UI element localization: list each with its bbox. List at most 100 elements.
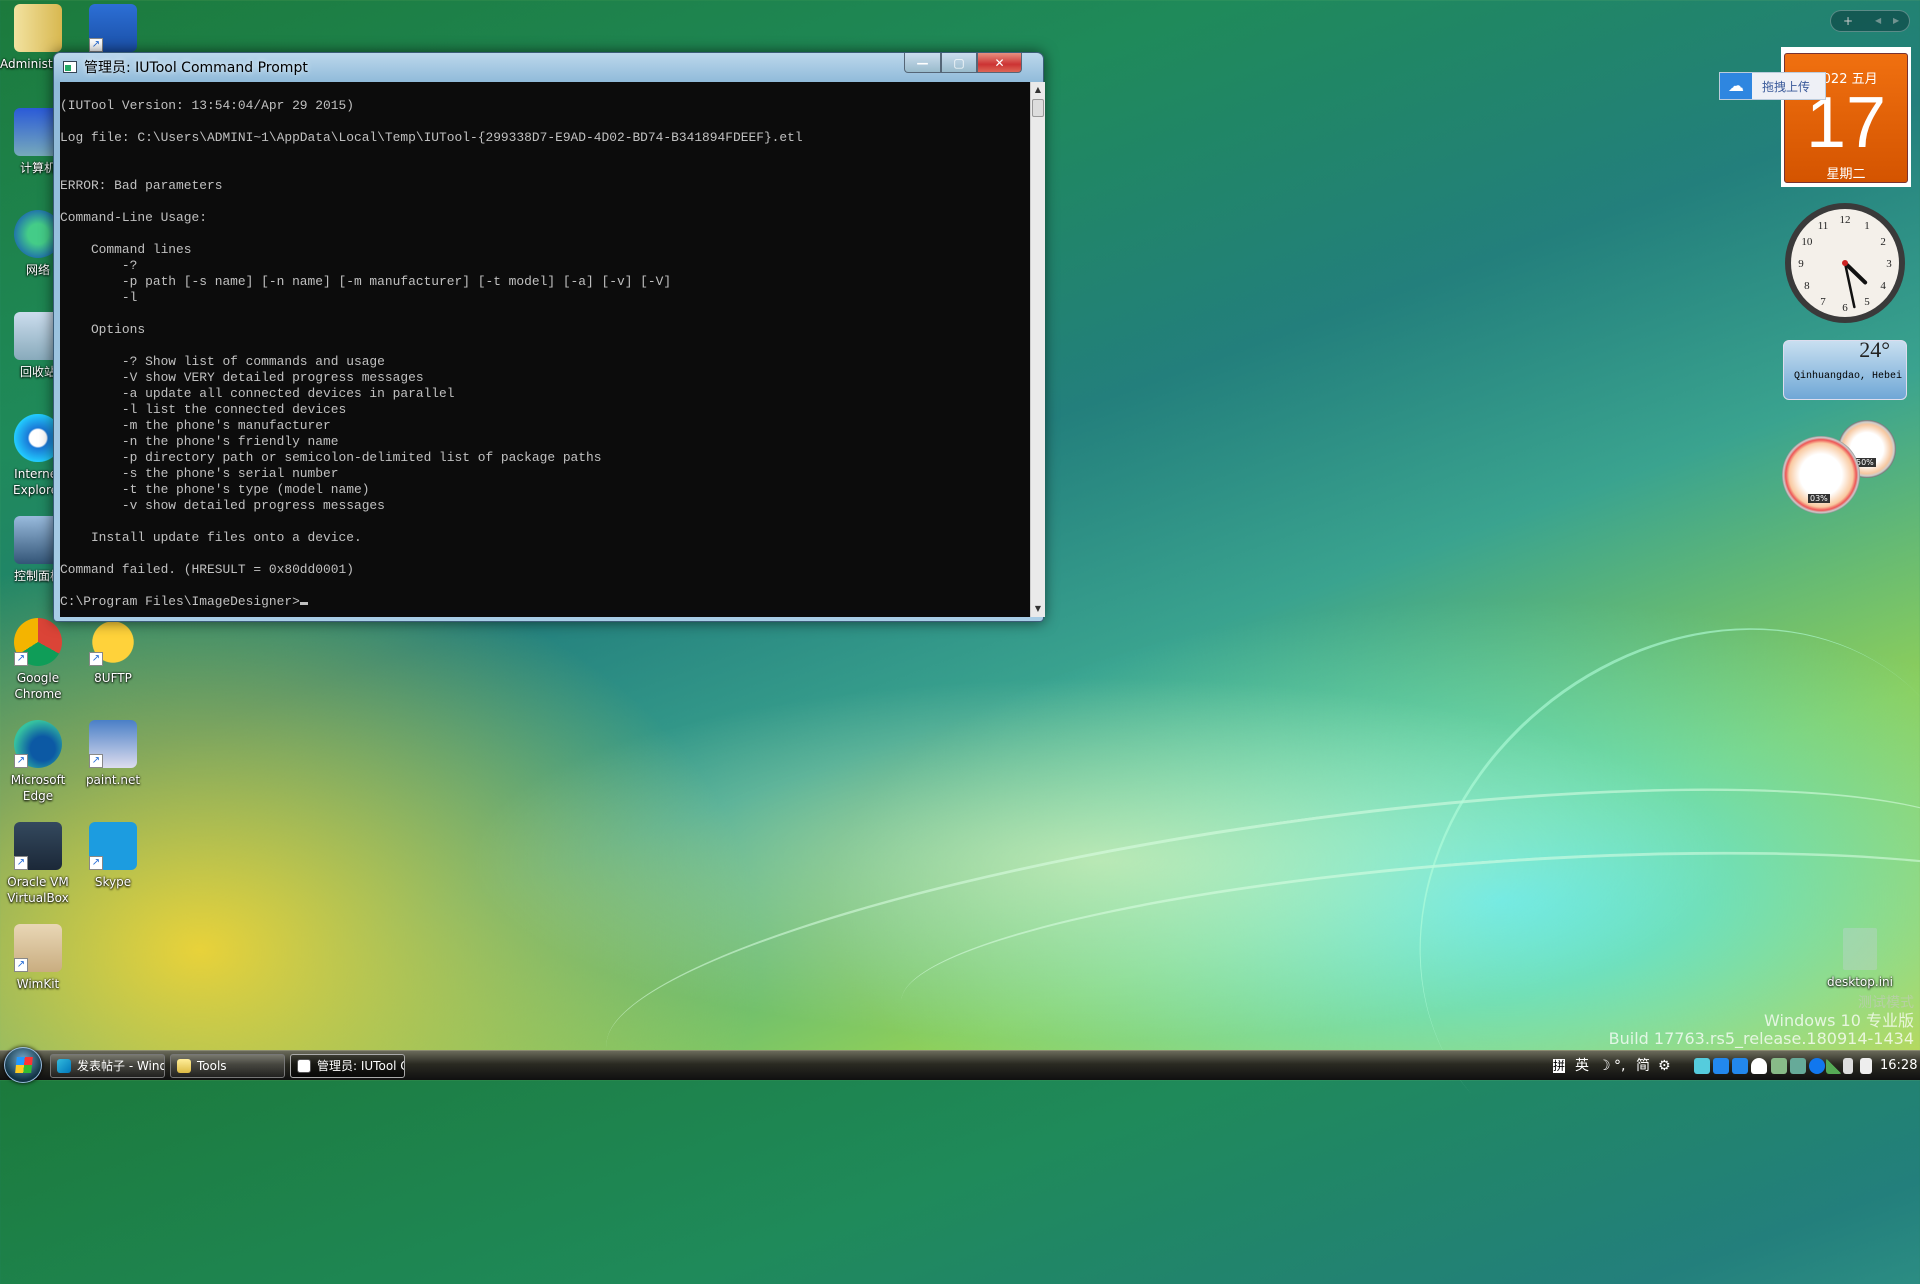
shortcut-arrow-icon: ↗ — [89, 652, 103, 666]
desktop-icon-search-document[interactable]: ↗ — [75, 4, 151, 56]
shortcut-arrow-icon: ↗ — [14, 754, 28, 768]
cpu-gauge: 03% — [1782, 436, 1860, 514]
icon-label: Microsoft Edge — [10, 773, 66, 803]
desktop-icon-chrome[interactable]: ↗ Google Chrome — [0, 618, 76, 702]
desktop-icon-skype[interactable]: ↗ Skype — [75, 822, 151, 890]
ime-settings-icon[interactable]: ⚙ — [1658, 1051, 1671, 1081]
taskbar-button-command-prompt[interactable]: 管理员: IUTool Co... — [290, 1054, 405, 1078]
clock-numeral: 7 — [1820, 296, 1826, 308]
desktop-file-desktop-ini[interactable]: desktop.ini — [1822, 928, 1898, 990]
text-cursor — [299, 602, 308, 605]
icon-label: paint.net — [85, 773, 141, 787]
desktop-icon-virtualbox[interactable]: ↗ Oracle VM VirtualBox — [0, 822, 76, 906]
shortcut-arrow-icon: ↗ — [14, 652, 28, 666]
skype-icon: ↗ — [89, 822, 137, 870]
build-watermark: Build 17763.rs5_release.180914-1434 — [1608, 1029, 1914, 1048]
ime-moon-icon[interactable]: ☽ — [1598, 1051, 1611, 1081]
taskbar-button-tools[interactable]: Tools — [170, 1054, 285, 1078]
clock-numeral: 3 — [1886, 258, 1892, 270]
console-output[interactable]: (IUTool Version: 13:54:04/Apr 29 2015) Lo… — [60, 82, 1030, 617]
user-folder-icon — [14, 4, 62, 52]
console-line: -V show VERY detailed progress messages — [60, 370, 424, 385]
desktop-icon-paintnet[interactable]: ↗ paint.net — [75, 720, 151, 788]
console-line: -m the phone's manufacturer — [60, 418, 331, 433]
scroll-down-arrow-icon[interactable]: ▼ — [1031, 601, 1045, 617]
power-icon[interactable] — [1860, 1058, 1872, 1074]
security-shield-icon[interactable] — [1751, 1058, 1767, 1074]
icon-label: Oracle VM VirtualBox — [7, 875, 69, 905]
calendar-gadget[interactable]: 2022 五月 17 星期二 — [1781, 47, 1911, 187]
usb-device-icon[interactable] — [1771, 1058, 1787, 1074]
folder-icon — [177, 1059, 191, 1073]
paintnet-icon: ↗ — [89, 720, 137, 768]
8uftp-icon: ↗ — [89, 618, 137, 666]
network-disconnected-icon[interactable] — [1713, 1058, 1729, 1074]
weather-temperature: 24° — [1859, 337, 1890, 362]
clock-numeral: 4 — [1880, 280, 1886, 292]
taskbar-clock[interactable]: 16:28 — [1880, 1051, 1917, 1081]
ime-simplified[interactable]: 简 — [1636, 1051, 1650, 1081]
clock-numeral: 9 — [1798, 258, 1804, 270]
console-line: Command failed. (HRESULT = 0x80dd0001) — [60, 562, 354, 577]
weather-city: Qinhuangdao, Hebei — [1794, 371, 1903, 382]
taskbar: 发表帖子 - Window... Tools 管理员: IUTool Co...… — [0, 1047, 1920, 1083]
display-icon[interactable] — [1790, 1058, 1806, 1074]
cpu-meter-gadget[interactable]: 50% 03% — [1782, 418, 1910, 514]
shortcut-arrow-icon: ↗ — [89, 856, 103, 870]
ime-punctuation[interactable]: °, — [1614, 1051, 1625, 1081]
prompt: C:\Program Files\ImageDesigner> — [60, 594, 300, 609]
cloud-sync-icon[interactable] — [1694, 1058, 1710, 1074]
clock-numeral: 5 — [1864, 296, 1870, 308]
ini-file-icon — [1843, 928, 1877, 970]
console-line: Command lines — [60, 242, 192, 257]
ime-language[interactable]: 英 — [1575, 1051, 1589, 1081]
console-line: Install update files onto a device. — [60, 530, 362, 545]
clock-numeral: 12 — [1840, 214, 1851, 226]
add-gadget-icon[interactable]: + — [1843, 11, 1853, 31]
console-line: -n the phone's friendly name — [60, 434, 339, 449]
edge-icon: ↗ — [14, 720, 62, 768]
prompt-line[interactable]: C:\Program Files\ImageDesigner> — [60, 594, 1030, 610]
desktop-icon-8uftp[interactable]: ↗ 8UFTP — [75, 618, 151, 686]
start-button[interactable] — [4, 1047, 42, 1083]
minimize-button[interactable]: — — [904, 53, 941, 73]
taskbar-button-edge[interactable]: 发表帖子 - Window... — [50, 1054, 165, 1078]
command-prompt-window[interactable]: 管理员: IUTool Command Prompt — ▢ ✕ (IUTool… — [53, 52, 1045, 622]
console-icon — [63, 61, 77, 73]
weather-gadget[interactable]: 24° Qinhuangdao, Hebei — [1783, 337, 1907, 400]
clock-numeral: 2 — [1880, 236, 1886, 248]
clock-gadget[interactable]: 1234567891011 12 — [1782, 200, 1908, 326]
signal-strength-icon[interactable] — [1826, 1058, 1842, 1074]
close-button[interactable]: ✕ — [977, 53, 1022, 73]
clock-numeral: 10 — [1801, 236, 1813, 248]
network-disconnected-icon[interactable] — [1732, 1058, 1748, 1074]
console-line: Options — [60, 322, 146, 337]
bluetooth-icon[interactable] — [1809, 1058, 1825, 1074]
virtualbox-icon: ↗ — [14, 822, 62, 870]
desktop-icon-wimkit[interactable]: ↗ WimKit — [0, 924, 76, 992]
volume-icon[interactable] — [1843, 1058, 1853, 1074]
cloud-upload-icon: ☁ — [1720, 73, 1752, 99]
vertical-scrollbar[interactable]: ▲ ▼ — [1030, 82, 1045, 617]
next-icon[interactable]: ▶ — [1893, 11, 1899, 31]
upload-tooltip[interactable]: ☁ 拖拽上传 — [1719, 72, 1826, 100]
edition-watermark: Windows 10 专业版 — [1764, 1011, 1914, 1030]
scroll-up-arrow-icon[interactable]: ▲ — [1031, 82, 1045, 98]
console-line: ERROR: Bad parameters — [60, 178, 223, 193]
clock-numeral: 6 — [1842, 302, 1848, 314]
maximize-button[interactable]: ▢ — [941, 53, 977, 73]
ime-pinyin[interactable]: 拼 — [1553, 1059, 1566, 1073]
scrollbar-thumb[interactable] — [1032, 99, 1044, 117]
desktop-icon-edge[interactable]: ↗ Microsoft Edge — [0, 720, 76, 804]
previous-icon[interactable]: ◀ — [1875, 11, 1881, 31]
sidebar-controls[interactable]: + ◀ ▶ — [1830, 10, 1910, 32]
icon-label: Google Chrome — [14, 671, 62, 701]
